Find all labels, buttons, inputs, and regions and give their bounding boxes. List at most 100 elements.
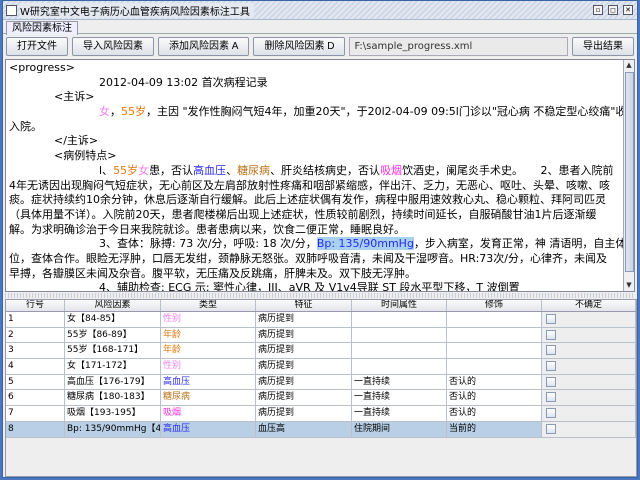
scroll-thumb[interactable] bbox=[625, 72, 634, 272]
text-segment: ，步入病室，发育正常，神 清语明，自主体 bbox=[413, 237, 627, 251]
column-header[interactable]: 类型 bbox=[161, 300, 256, 311]
import-factors-button[interactable]: 导入风险因素 bbox=[72, 37, 154, 56]
export-results-button[interactable]: 导出结果 bbox=[572, 37, 634, 56]
add-factor-button[interactable]: 添加风险因素 A bbox=[158, 37, 250, 56]
annotated-smoking[interactable]: 吸烟 bbox=[380, 164, 402, 177]
column-header[interactable]: 风险因素 bbox=[65, 300, 161, 311]
table-row[interactable]: 7 吸烟【193-195】 吸烟 病历提到 一直持续 否认的 bbox=[6, 406, 636, 422]
text-line: 入院。 bbox=[9, 120, 620, 135]
table-row[interactable]: 2 55岁【86-89】 年龄 病历提到 bbox=[6, 327, 636, 344]
title-bar: W研究室中文电子病历心血管疾病风险因素标注工具 ▫ ◻ ✕ bbox=[3, 1, 637, 20]
table-header: 行号 风险因素 类型 特征 时间属性 修饰 不确定 bbox=[6, 300, 636, 312]
uncertain-checkbox[interactable] bbox=[546, 345, 556, 356]
cell-factor: Bp: 135/90mmHg【445-... bbox=[65, 421, 161, 437]
cell-time: 一直持续 bbox=[352, 390, 447, 406]
column-header[interactable]: 行号 bbox=[6, 300, 65, 311]
text-line: 女，55岁，主因 "发作性胸闷气短4年，加重20天"，于20l2-04-09 0… bbox=[9, 105, 626, 120]
maximize-icon[interactable]: ◻ bbox=[608, 5, 618, 15]
delete-factor-button[interactable]: 删除风险因素 D bbox=[253, 37, 346, 56]
annotated-gender[interactable]: 女 bbox=[99, 105, 110, 118]
cell-feature: 病历提到 bbox=[256, 312, 352, 327]
cell-mod: 否认的 bbox=[447, 390, 542, 406]
cell-mod bbox=[447, 327, 542, 343]
text-line: <病例特点> bbox=[9, 149, 620, 164]
column-header[interactable]: 不确定 bbox=[542, 300, 636, 311]
text-line: <主诉> bbox=[9, 90, 620, 105]
uncertain-checkbox[interactable] bbox=[546, 423, 556, 434]
annotated-diabetes[interactable]: 糖尿病 bbox=[237, 164, 270, 177]
cell-mod bbox=[447, 312, 542, 327]
cell-mod: 当前的 bbox=[447, 421, 542, 437]
tab-bar: 风险因素标注 bbox=[3, 20, 637, 35]
text-segment: ，主因 "发作性胸闷气短4年，加重20天"，于20l2-04-09 09:5l门… bbox=[146, 105, 627, 119]
table-row[interactable]: 8Bp: 135/90mmHg【445-...高血压血压高住院期间当前的 bbox=[6, 421, 636, 438]
cell-time: 住院期间 bbox=[352, 421, 447, 437]
text-segment: <progress> bbox=[9, 61, 75, 74]
toolbar: 打开文件 导入风险因素 添加风险因素 A 删除风险因素 D F:\sample_… bbox=[6, 37, 634, 57]
text-line: （具体用量不详）。入院前20天，患者爬楼梯后出现上述症状，性质较前剧烈，持续时间… bbox=[9, 208, 620, 223]
uncertain-checkbox[interactable] bbox=[546, 392, 556, 403]
table-row[interactable]: 3 55岁【168-171】 年龄 病历提到 bbox=[6, 343, 636, 360]
text-segment: <病例特点> bbox=[54, 149, 117, 163]
cell-mod bbox=[447, 343, 542, 359]
text-scrollbar[interactable]: ▲ ▼ bbox=[623, 60, 634, 291]
text-line: 4年无诱因出现胸闷气短症状，无心前区及左肩部放射性疼痛和咽部紧缩感，伴出汗、乏力… bbox=[9, 179, 620, 194]
table-row[interactable]: 1 女【84-85】 性别 病历提到 bbox=[6, 312, 636, 328]
close-icon[interactable]: ✕ bbox=[623, 5, 633, 15]
cell-factor: 吸烟【193-195】 bbox=[65, 406, 161, 421]
uncertain-checkbox[interactable] bbox=[546, 314, 556, 324]
risk-factor-table: 行号 风险因素 类型 特征 时间属性 修饰 不确定 1 女【84-85】 性别 病历提到 2 55岁【8… bbox=[5, 299, 637, 477]
text-segment: （具体用量不详）。入院前20天，患者爬楼梯后出现上述症状，性质较前剧烈，持续时间… bbox=[9, 207, 597, 221]
annotated-hypertension[interactable]: Bp: 135/90mmHg bbox=[316, 237, 414, 251]
uncertain-checkbox[interactable] bbox=[546, 361, 556, 372]
text-segment: l、 bbox=[99, 163, 114, 177]
cell-factor: 糖尿病【180-183】 bbox=[65, 390, 161, 406]
file-path-field[interactable]: F:\sample_progress.xml bbox=[349, 37, 568, 56]
text-line: 3、查体：脉搏: 73 次/分，呼吸: 18 次/分，Bp: 135/90mmH… bbox=[9, 237, 626, 252]
cell-no: 6 bbox=[6, 390, 65, 406]
cell-time bbox=[352, 312, 447, 327]
scroll-down-icon[interactable]: ▼ bbox=[624, 280, 634, 291]
uncertain-checkbox[interactable] bbox=[546, 376, 556, 387]
column-header[interactable]: 特征 bbox=[256, 300, 352, 311]
table-row[interactable]: 5 高血压【176-179】 高血压 病历提到 一直持续 否认的 bbox=[6, 374, 636, 391]
uncertain-checkbox[interactable] bbox=[546, 329, 556, 340]
table-row[interactable]: 4 女【171-172】 性别 病历提到 bbox=[6, 359, 636, 375]
text-segment: 解。为求明确诊治于今日来我院就诊。患者患病以来，饮食二便正常，睡眠良好。 bbox=[9, 222, 405, 236]
column-header[interactable]: 修饰 bbox=[447, 300, 542, 311]
text-segment: ， bbox=[110, 105, 121, 119]
scroll-up-icon[interactable]: ▲ bbox=[624, 60, 634, 71]
text-segment: 3、查体：脉搏: 73 次/分，呼吸: 18 次/分， bbox=[99, 237, 317, 251]
cell-type: 高血压 bbox=[161, 374, 256, 390]
cell-feature: 病历提到 bbox=[256, 374, 352, 390]
cell-factor: 高血压【176-179】 bbox=[65, 374, 161, 390]
splitter-handle[interactable] bbox=[5, 293, 635, 298]
annotated-age[interactable]: 55岁 bbox=[121, 105, 146, 118]
cell-factor: 55岁【168-171】 bbox=[65, 343, 161, 359]
record-text-area[interactable]: <progress> 2012-04-09 13:02 首次病程记录 <主诉> 女，5… bbox=[5, 59, 635, 292]
table-row[interactable]: 6 糖尿病【180-183】 糖尿病 病历提到 一直持续 否认的 bbox=[6, 390, 636, 407]
cell-uncertain bbox=[542, 343, 636, 359]
cell-feature: 病历提到 bbox=[256, 406, 352, 421]
cell-feature: 病历提到 bbox=[256, 359, 352, 374]
annotated-gender[interactable]: 女 bbox=[138, 164, 149, 177]
cell-no: 1 bbox=[6, 312, 65, 327]
column-header[interactable]: 时间属性 bbox=[352, 300, 447, 311]
text-segment: 入院。 bbox=[9, 119, 42, 133]
cell-type: 吸烟 bbox=[161, 406, 256, 421]
cell-mod bbox=[447, 359, 542, 374]
cell-uncertain bbox=[542, 327, 636, 343]
cell-type: 年龄 bbox=[161, 327, 256, 343]
text-segment: 、 bbox=[226, 163, 238, 177]
tab-risk-annotation[interactable]: 风险因素标注 bbox=[6, 21, 78, 35]
cell-mod: 否认的 bbox=[447, 406, 542, 421]
annotated-age[interactable]: 55岁 bbox=[113, 164, 138, 177]
annotated-hypertension[interactable]: 高血压 bbox=[193, 164, 226, 177]
uncertain-checkbox[interactable] bbox=[546, 408, 556, 419]
cell-time bbox=[352, 327, 447, 343]
cell-feature: 病历提到 bbox=[256, 390, 352, 406]
text-line: 解。为求明确诊治于今日来我院就诊。患者患病以来，饮食二便正常，睡眠良好。 bbox=[9, 223, 620, 238]
text-segment: 4年无诱因出现胸闷气短症状，无心前区及左肩部放射性疼痛和咽部紧缩感，伴出汗、乏力… bbox=[9, 178, 610, 192]
minimize-icon[interactable]: ▫ bbox=[593, 5, 603, 15]
open-file-button[interactable]: 打开文件 bbox=[6, 37, 68, 56]
